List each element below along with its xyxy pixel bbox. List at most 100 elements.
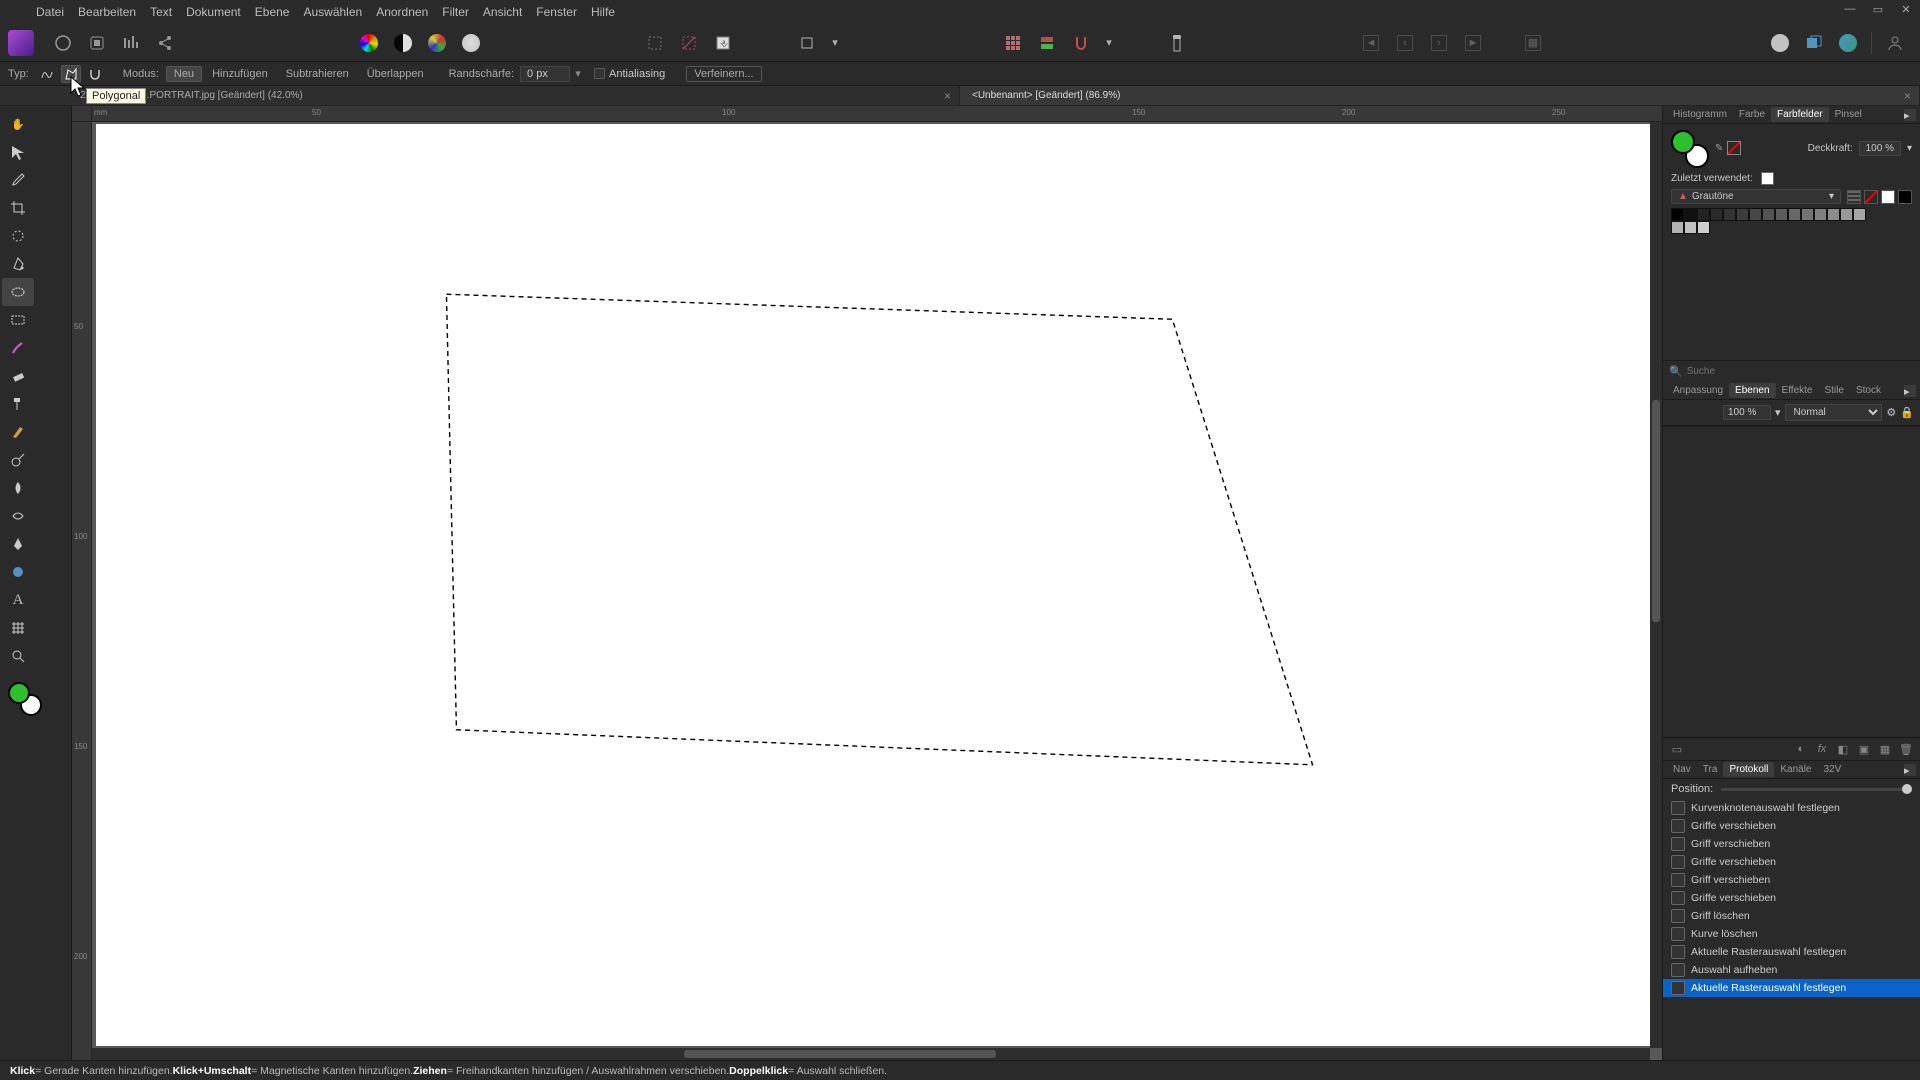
hscroll-thumb[interactable]: [684, 1050, 996, 1058]
mode-subtrahieren-button[interactable]: Subtrahieren: [278, 66, 357, 82]
randschaerfe-dropdown-icon[interactable]: ▾: [570, 66, 586, 82]
opacity-field[interactable]: 100 %: [1859, 141, 1901, 156]
swatch-14[interactable]: [1853, 208, 1866, 221]
menu-dokument[interactable]: Dokument: [186, 5, 241, 19]
color-picker-tool[interactable]: [2, 166, 34, 194]
antialiasing-checkbox[interactable]: [594, 68, 605, 79]
smudge-tool[interactable]: [2, 502, 34, 530]
menu-fenster[interactable]: Fenster: [536, 5, 577, 19]
history-slider-knob[interactable]: [1902, 784, 1912, 794]
clone-tool[interactable]: [2, 390, 34, 418]
crop-tool[interactable]: [2, 194, 34, 222]
ruler-horizontal[interactable]: mm 50 100 150 200 250: [92, 106, 1662, 122]
mode-ueberlappen-button[interactable]: Überlappen: [359, 66, 432, 82]
layer-fx-icon[interactable]: fx: [1814, 741, 1830, 757]
flood-select-tool[interactable]: [2, 250, 34, 278]
palette-view2-icon[interactable]: [1864, 190, 1878, 204]
hand-tool[interactable]: ✋: [2, 110, 34, 138]
cloud-1-icon[interactable]: [1767, 30, 1793, 56]
panel-color-well[interactable]: [1671, 130, 1711, 166]
randschaerfe-field[interactable]: 0 px: [520, 66, 570, 82]
mesh-warp-tool[interactable]: [2, 614, 34, 642]
mode-hinzufuegen-button[interactable]: Hinzufügen: [204, 66, 276, 82]
swatch-10[interactable]: [1801, 208, 1814, 221]
cloud-2-icon[interactable]: [1801, 30, 1827, 56]
arrange-backward-icon[interactable]: ‹: [1392, 30, 1418, 56]
recent-swatch-1[interactable]: [1761, 172, 1774, 185]
tab-pinsel[interactable]: Pinsel: [1829, 109, 1868, 120]
history-list[interactable]: Kurvenknotenauswahl festlegenGriffe vers…: [1663, 799, 1920, 1060]
palette-view3-icon[interactable]: [1881, 190, 1895, 204]
selection-show-icon[interactable]: [642, 30, 668, 56]
none-color-icon[interactable]: [1727, 141, 1741, 155]
layers-panel-menu-icon[interactable]: ▸: [1904, 385, 1916, 397]
layer-opacity-field[interactable]: [1723, 405, 1771, 420]
ruler-vertical[interactable]: 50 100 150 200: [72, 122, 92, 1060]
swatch-2[interactable]: [1697, 208, 1710, 221]
close-button[interactable]: ✕: [1892, 0, 1920, 18]
menu-anordnen[interactable]: Anordnen: [376, 5, 428, 19]
shape-tool[interactable]: [2, 558, 34, 586]
layer-add-icon[interactable]: ▦: [1877, 741, 1893, 757]
selection-brush-tool[interactable]: [2, 222, 34, 250]
swatch-6[interactable]: [1749, 208, 1762, 221]
layer-mask-icon[interactable]: ▭: [1669, 741, 1685, 757]
opacity-dropdown-icon[interactable]: ▾: [1907, 143, 1912, 154]
crop-tool-icon[interactable]: [794, 30, 820, 56]
snap-dropdown-icon[interactable]: ▾: [1102, 30, 1116, 56]
menu-bearbeiten[interactable]: Bearbeiten: [78, 5, 136, 19]
history-item[interactable]: Aktuelle Rasterauswahl festlegen: [1663, 943, 1920, 961]
paint-brush-tool[interactable]: [2, 334, 34, 362]
account-icon[interactable]: [1882, 30, 1908, 56]
swatch-5[interactable]: [1736, 208, 1749, 221]
align-icon[interactable]: ▦: [1520, 30, 1546, 56]
swatch-15[interactable]: [1671, 221, 1684, 234]
layer-group-icon[interactable]: ▣: [1856, 741, 1872, 757]
history-item[interactable]: Griffe verschieben: [1663, 853, 1920, 871]
move-tool[interactable]: [2, 138, 34, 166]
selection-invert-icon[interactable]: [676, 30, 702, 56]
layers-list[interactable]: [1663, 427, 1920, 737]
type-magnetic-icon[interactable]: [85, 65, 105, 83]
foreground-color[interactable]: [8, 682, 30, 704]
tab-kanaele[interactable]: Kanäle: [1774, 764, 1817, 775]
layer-lock-icon[interactable]: 🔒: [1900, 406, 1914, 419]
tab-1-close-icon[interactable]: ×: [944, 89, 951, 103]
swatch-12[interactable]: [1827, 208, 1840, 221]
tab-tra[interactable]: Tra: [1697, 764, 1724, 775]
document-tab-2[interactable]: <Unbenannt> [Geändert] (86.9%) ×: [960, 86, 1920, 105]
menu-auswaehlen[interactable]: Auswählen: [303, 5, 362, 19]
swatch-3[interactable]: [1710, 208, 1723, 221]
tab-stock[interactable]: Stock: [1850, 385, 1887, 396]
persona-photo-icon[interactable]: [50, 30, 76, 56]
swatch-8[interactable]: [1775, 208, 1788, 221]
tab-farbfelder[interactable]: Farbfelder: [1771, 107, 1829, 122]
stack-icon[interactable]: [1034, 30, 1060, 56]
vertical-scrollbar[interactable]: [1650, 122, 1662, 1048]
assistant-icon[interactable]: [1164, 30, 1190, 56]
tab-anpassung[interactable]: Anpassung: [1667, 385, 1729, 396]
panel-foreground-color[interactable]: [1671, 130, 1695, 154]
layer-opacity-dropdown-icon[interactable]: ▾: [1775, 406, 1781, 419]
freehand-selection-tool[interactable]: [2, 278, 34, 306]
tab-farbe[interactable]: Farbe: [1733, 109, 1771, 120]
maximize-button[interactable]: ▭: [1864, 0, 1892, 18]
swatch-7[interactable]: [1762, 208, 1775, 221]
swatch-4[interactable]: [1723, 208, 1736, 221]
history-item[interactable]: Auswahl aufheben: [1663, 961, 1920, 979]
erase-brush-tool[interactable]: [2, 362, 34, 390]
cloud-3-icon[interactable]: [1835, 30, 1861, 56]
persona-export-icon[interactable]: [152, 30, 178, 56]
swatch-13[interactable]: [1840, 208, 1853, 221]
snap-icon[interactable]: [1068, 30, 1094, 56]
history-item[interactable]: Griff verschieben: [1663, 871, 1920, 889]
menu-ansicht[interactable]: Ansicht: [483, 5, 522, 19]
horizontal-scrollbar[interactable]: [92, 1048, 1650, 1060]
canvas[interactable]: [96, 124, 1658, 1046]
palette-dropdown[interactable]: ▲ Grautöne ▾: [1671, 189, 1841, 204]
tab-histogramm[interactable]: Histogramm: [1667, 109, 1733, 120]
layer-gear-icon[interactable]: ⚙: [1886, 406, 1896, 419]
grid-icon[interactable]: [1000, 30, 1026, 56]
history-item[interactable]: Kurve löschen: [1663, 925, 1920, 943]
tab-nav[interactable]: Nav: [1667, 764, 1697, 775]
